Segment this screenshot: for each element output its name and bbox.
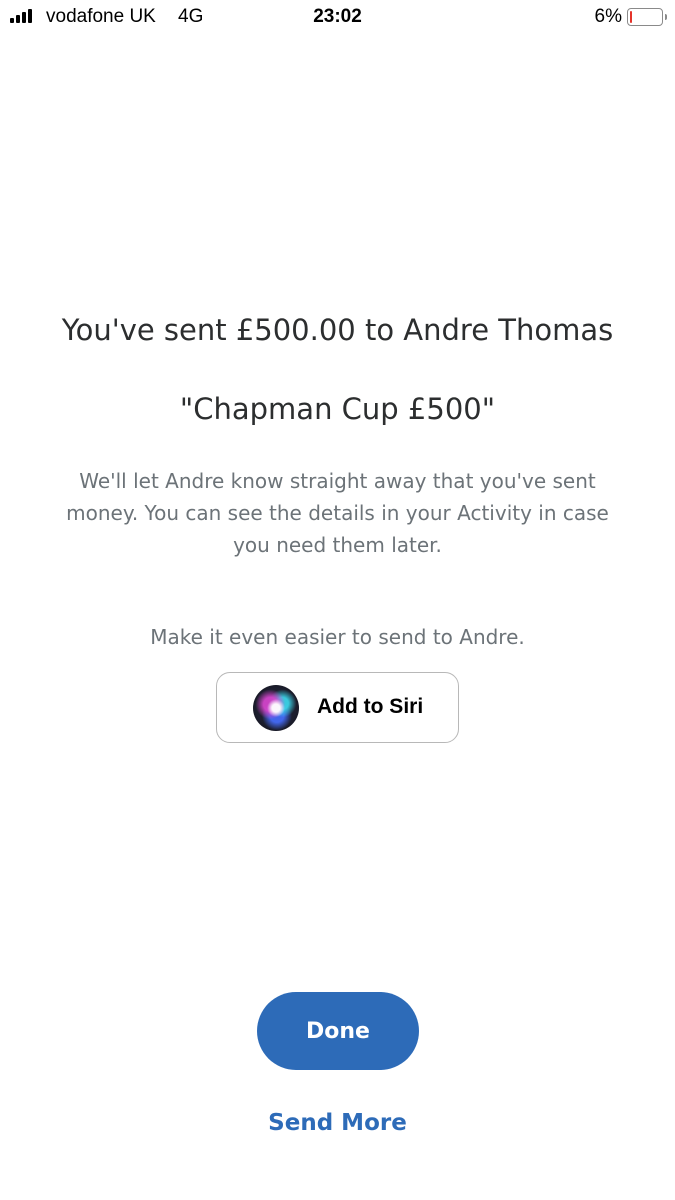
siri-prompt-text: Make it even easier to send to Andre. [150, 625, 525, 649]
status-time: 23:02 [313, 6, 362, 27]
siri-icon [253, 685, 299, 731]
battery-icon [627, 8, 667, 26]
payment-confirmation-screen: vodafone UK 4G 23:02 6% You've sent £500… [0, 0, 675, 1200]
confirmation-title: You've sent £500.00 to Andre Thomas [61, 313, 614, 347]
add-to-siri-label: Add to Siri [317, 695, 424, 718]
battery-level-fill [630, 11, 632, 23]
status-bar: vodafone UK 4G 23:02 6% [0, 0, 675, 34]
send-more-link[interactable]: Send More [0, 1110, 675, 1136]
battery-percentage: 6% [594, 6, 622, 27]
confirmation-description: We'll let Andre know straight away that … [66, 469, 609, 557]
add-to-siri-button[interactable]: Add to Siri [216, 672, 459, 743]
payment-note: "Chapman Cup £500" [179, 392, 496, 426]
done-label: Done [306, 1018, 370, 1044]
done-button[interactable]: Done [257, 992, 419, 1070]
